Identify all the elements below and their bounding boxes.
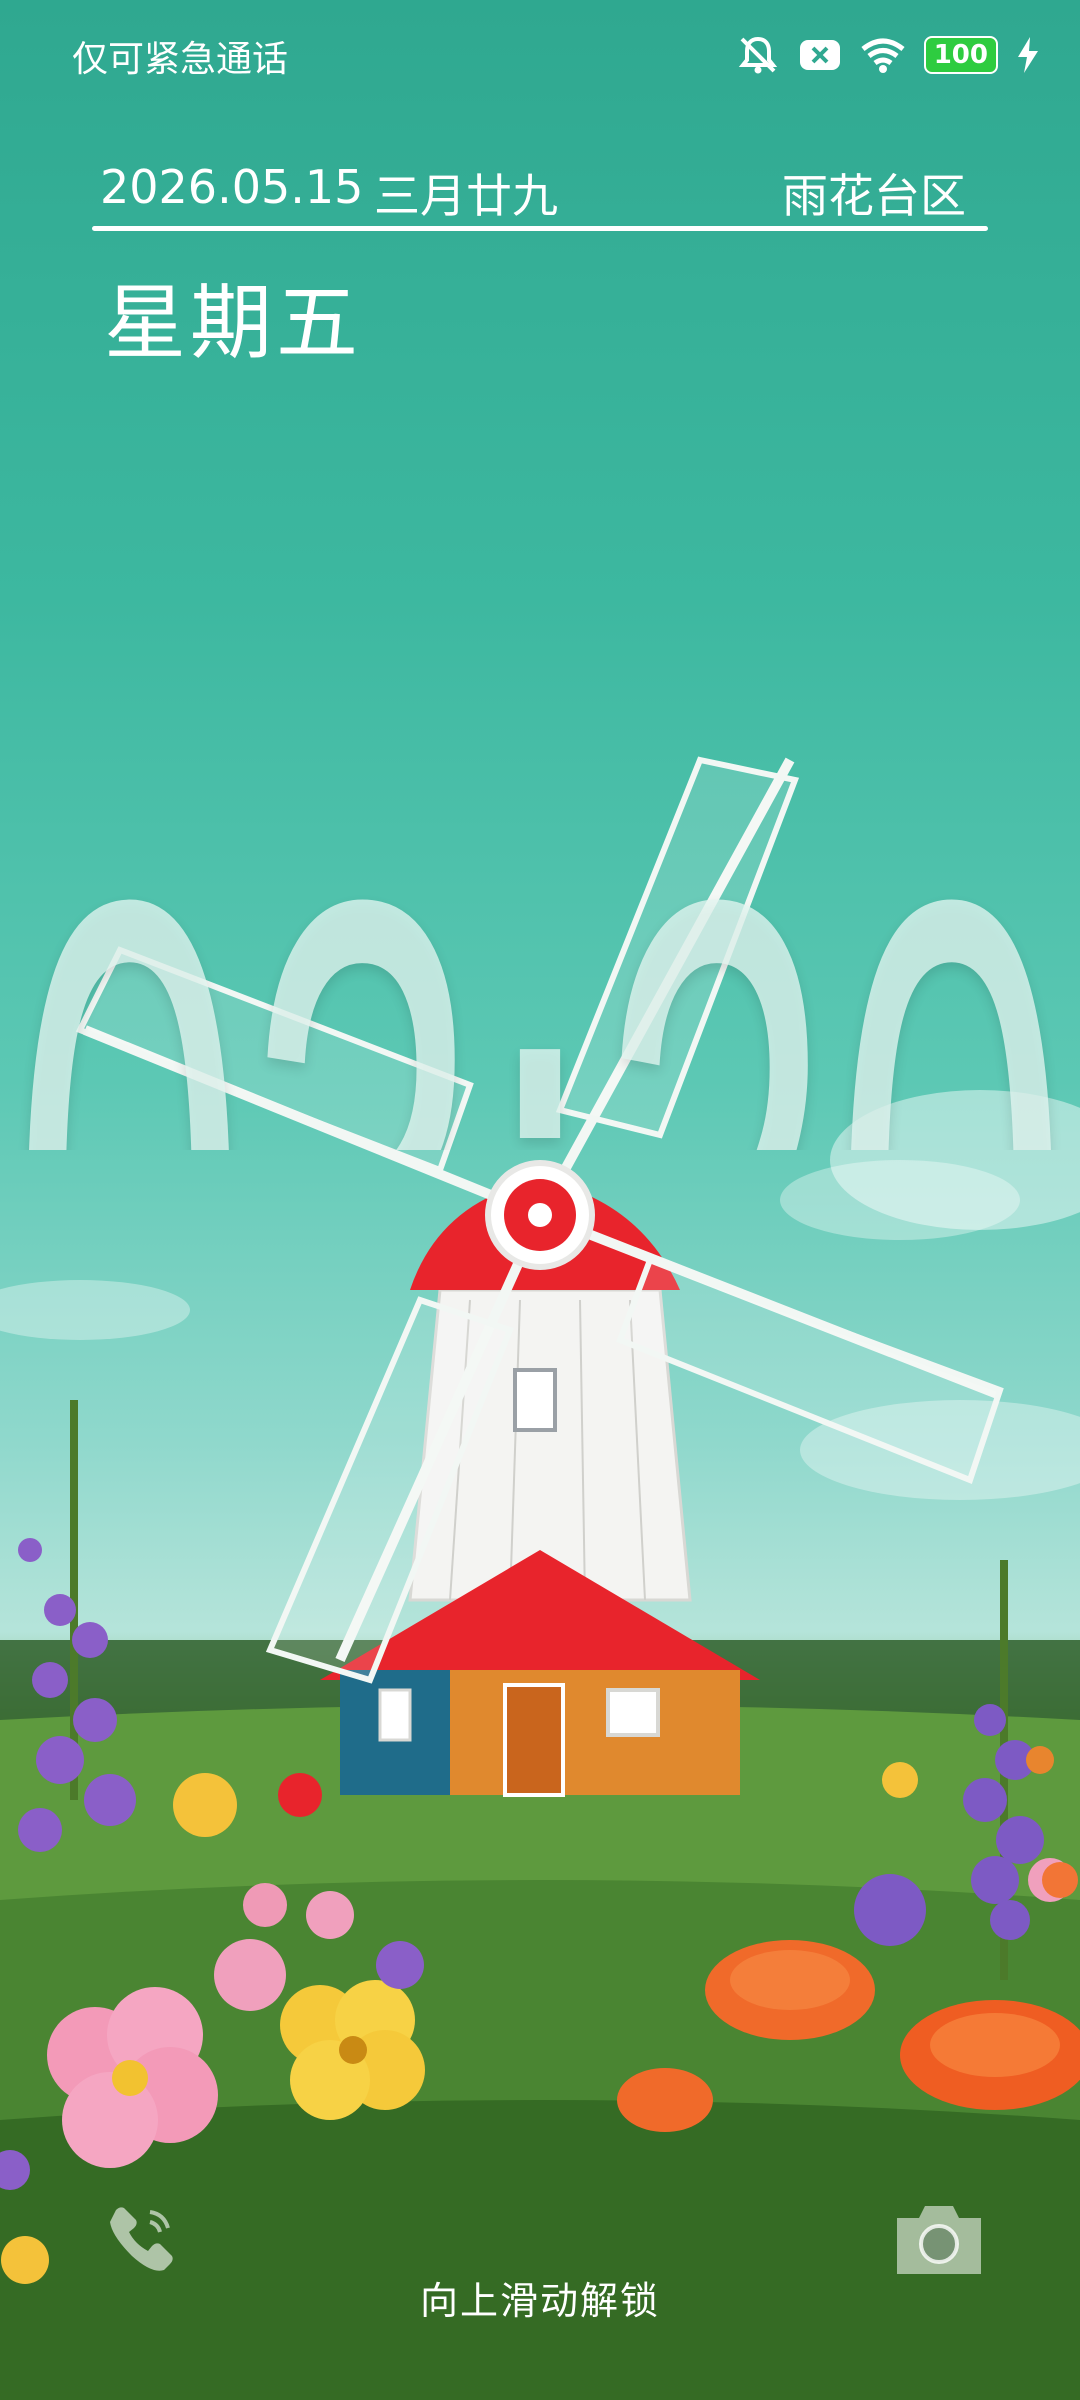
weekday-text: 星期五 [104,276,363,371]
status-bar: 仅可紧急通话 100 [0,0,1080,110]
location-text[interactable]: 雨花台区 [782,160,966,226]
charging-icon [1016,35,1040,75]
clock-time: 03:20 [11,770,1068,1151]
lock-screen[interactable]: 仅可紧急通话 100 2026.05.15 三月廿九 雨花台区 星期五 向上滑动… [0,0,1080,2400]
date-text: 2026.05.15 [100,160,364,214]
mute-bell-icon [736,33,780,77]
carrier-status: 仅可紧急通话 [72,39,289,80]
lunar-date-text: 三月廿九 [374,169,558,223]
status-icons: 100 [736,32,1040,78]
unlock-hint: 向上滑动解锁 [419,2279,660,2323]
no-sim-icon [798,38,842,72]
header-divider [92,226,988,231]
battery-icon: 100 [923,36,998,74]
wifi-icon [860,37,906,73]
date-header: 2026.05.15 三月廿九 雨花台区 [92,160,988,228]
clock-container: 03:20 [0,430,1080,1151]
